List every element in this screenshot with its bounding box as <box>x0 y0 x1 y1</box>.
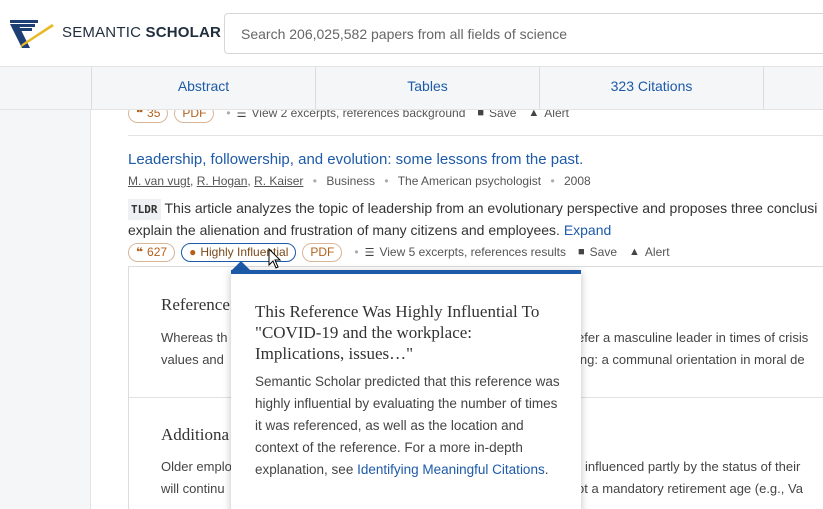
identifying-meaningful-citations-link[interactable]: Identifying Meaningful Citations <box>357 462 545 477</box>
list-icon: ☰ <box>364 246 375 259</box>
brand-word-semantic: SEMANTIC <box>62 24 142 41</box>
separator-dot: • <box>354 245 359 259</box>
save-label: Save <box>489 110 517 120</box>
excerpt-section-heading: Additiona <box>161 425 229 444</box>
quote-icon: ❝ <box>136 245 144 259</box>
tldr-summary: TLDR This article analyzes the topic of l… <box>128 198 823 241</box>
tab-abstract[interactable]: Abstract <box>91 67 315 109</box>
alert-label: Alert <box>544 110 569 120</box>
top-header: SEMANTIC SCHOLAR <box>0 0 823 67</box>
bookmark-icon: ■ <box>578 246 585 258</box>
excerpt-text-right: efer a masculine leader in times of cris… <box>577 330 809 345</box>
separator-dot: • <box>312 174 317 188</box>
tooltip-arrow <box>232 261 250 270</box>
paper-tabs: Abstract Tables 323 Citations <box>0 67 823 110</box>
excerpt-section-heading: Reference <box>161 295 230 314</box>
excerpts-label: View 2 excerpts, references background <box>251 110 466 120</box>
tab-references[interactable] <box>763 67 823 109</box>
excerpt-text-left: Older emplo <box>161 459 232 474</box>
search-input[interactable] <box>241 14 801 53</box>
left-gutter <box>0 110 91 509</box>
author-link[interactable]: M. van vugt <box>128 174 190 188</box>
excerpt-text-left: will continu <box>161 481 225 496</box>
bookmark-icon: ■ <box>477 110 485 119</box>
bell-icon: ▲ <box>629 246 640 258</box>
save-label: Save <box>589 245 618 259</box>
highly-influential-tooltip: This Reference Was Highly Influential To… <box>231 270 581 509</box>
citation-count-pill[interactable]: ❝ 35 <box>128 110 169 123</box>
tldr-line-2: explain the alienation and frustration o… <box>128 222 560 238</box>
save-button[interactable]: ■ Save <box>477 110 516 120</box>
expand-link[interactable]: Expand <box>564 222 611 238</box>
quote-icon: ❝ <box>136 110 144 120</box>
search-box[interactable] <box>224 13 823 54</box>
citation-count: 35 <box>147 110 161 120</box>
tooltip-body: Semantic Scholar predicted that this ref… <box>255 374 560 477</box>
paper-title-link[interactable]: Leadership, followership, and evolution:… <box>128 151 583 168</box>
brand-word-scholar: SCHOLAR <box>145 24 222 41</box>
excerpt-text-right: influenced partly by the status of their <box>585 459 801 474</box>
excerpt-text-right: ot a mandatory retirement age (e.g., Va <box>577 481 803 496</box>
bell-icon: ▲ <box>528 110 540 119</box>
pdf-button[interactable]: PDF <box>174 110 215 123</box>
paper-field: Business <box>326 174 376 188</box>
brand-name[interactable]: SEMANTIC SCHOLAR <box>62 24 221 41</box>
tldr-line-1: This article analyzes the topic of leade… <box>164 200 818 216</box>
semantic-scholar-logo-icon[interactable] <box>8 14 56 52</box>
author-link[interactable]: R. Kaiser <box>254 174 303 188</box>
excerpt-text-left: Whereas th <box>161 330 228 345</box>
author-link[interactable]: R. Hogan <box>197 174 248 188</box>
alert-button[interactable]: ▲ Alert <box>528 110 569 120</box>
pdf-button[interactable]: PDF <box>302 242 343 262</box>
mouse-cursor-icon <box>268 248 282 269</box>
view-excerpts-button[interactable]: ☰ View 2 excerpts, references background <box>237 110 466 120</box>
paper-meta: M. van vugt, R. Hogan, R. Kaiser • Busin… <box>128 174 591 188</box>
lightbulb-icon: ● <box>189 245 197 259</box>
view-excerpts-button[interactable]: ☰ View 5 excerpts, references results <box>365 245 566 259</box>
excerpts-label: View 5 excerpts, references results <box>379 245 566 259</box>
separator-dot: • <box>384 174 389 188</box>
tooltip-heading: This Reference Was Highly Influential To… <box>255 302 540 363</box>
citation-count-pill[interactable]: ❝ 627 <box>128 242 176 262</box>
paper-year: 2008 <box>564 174 591 188</box>
paper-venue: The American psychologist <box>397 174 542 188</box>
tab-tables[interactable]: Tables <box>315 67 539 109</box>
tab-citations[interactable]: 323 Citations <box>539 67 763 109</box>
excerpt-text-left: values and <box>161 352 224 367</box>
excerpt-text-right: ing: a communal orientation in moral de <box>577 352 805 367</box>
separator-dot: • <box>226 110 231 120</box>
alert-label: Alert <box>644 245 670 259</box>
alert-button[interactable]: ▲ Alert <box>629 245 670 259</box>
tldr-tag: TLDR <box>128 199 161 220</box>
paper-actions: ❝ 627 ● Highly Influential PDF • ☰ View 5 e… <box>128 242 682 262</box>
save-button[interactable]: ■ Save <box>578 245 617 259</box>
list-icon: ☰ <box>236 110 247 120</box>
citation-count: 627 <box>147 245 168 259</box>
prev-paper-actions: ❝ 35 PDF • ☰ View 2 excerpts, references b… <box>128 110 581 123</box>
row-divider <box>128 135 823 136</box>
separator-dot: • <box>550 174 555 188</box>
